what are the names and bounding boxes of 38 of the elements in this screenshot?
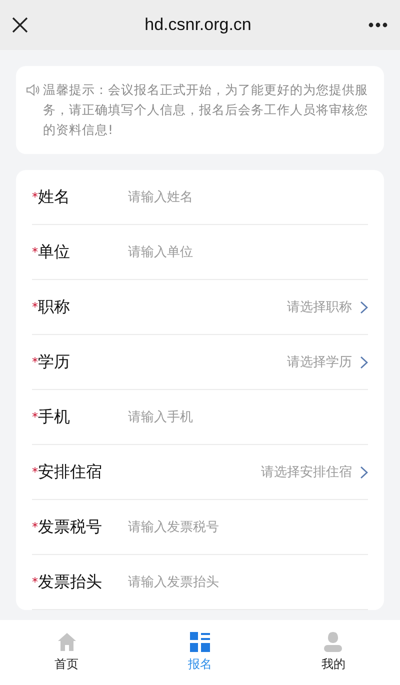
- field-label: 姓名: [38, 186, 70, 208]
- required-mark: *: [32, 300, 38, 314]
- more-button[interactable]: [368, 22, 388, 28]
- field-label: 发票税号: [38, 516, 102, 538]
- notice-text: 温馨提示：会议报名正式开始，为了能更好的为您提供服务，请正确填写个人信息，报名后会务工作人员将审核您的资料信息!: [43, 81, 369, 139]
- select-field[interactable]: 请选择职称: [128, 298, 368, 316]
- required-mark: *: [32, 355, 38, 369]
- required-mark: *: [32, 520, 38, 534]
- tab-item[interactable]: 首页: [0, 620, 134, 685]
- field-label: 发票抬头: [38, 572, 102, 592]
- chevron-right-icon: [360, 466, 368, 478]
- input-field[interactable]: 请输入发票税号: [128, 520, 368, 534]
- field-label: 学历: [38, 352, 70, 372]
- tab-item[interactable]: 报名: [133, 620, 267, 685]
- select-field[interactable]: 请选择学历: [128, 353, 368, 371]
- close-button[interactable]: [12, 17, 28, 33]
- field-label: 安排住宿: [38, 462, 102, 482]
- chevron-right-icon: [360, 300, 368, 314]
- chevron-right-icon: [360, 356, 368, 368]
- required-mark: *: [32, 575, 38, 589]
- speaker-icon: [26, 84, 40, 96]
- required-mark: *: [32, 245, 38, 259]
- select-field[interactable]: 请选择安排住宿: [128, 463, 368, 481]
- grid-icon: [190, 632, 210, 652]
- required-mark: *: [32, 410, 38, 424]
- field-label: 手机: [38, 406, 70, 428]
- input-field[interactable]: 请输入姓名: [128, 190, 368, 204]
- input-field[interactable]: 请输入发票抬头: [128, 574, 368, 590]
- person-icon: [324, 632, 342, 652]
- home-icon: [56, 632, 77, 652]
- required-mark: *: [32, 190, 38, 204]
- input-field[interactable]: 请输入手机: [128, 410, 368, 424]
- input-field[interactable]: 请输入单位: [128, 244, 368, 260]
- field-label: 单位: [38, 242, 70, 262]
- field-label: 职称: [38, 296, 70, 318]
- window-title: hd.csnr.org.cn: [144, 15, 252, 35]
- required-mark: *: [32, 465, 38, 479]
- tab-item[interactable]: 我的: [266, 620, 400, 685]
